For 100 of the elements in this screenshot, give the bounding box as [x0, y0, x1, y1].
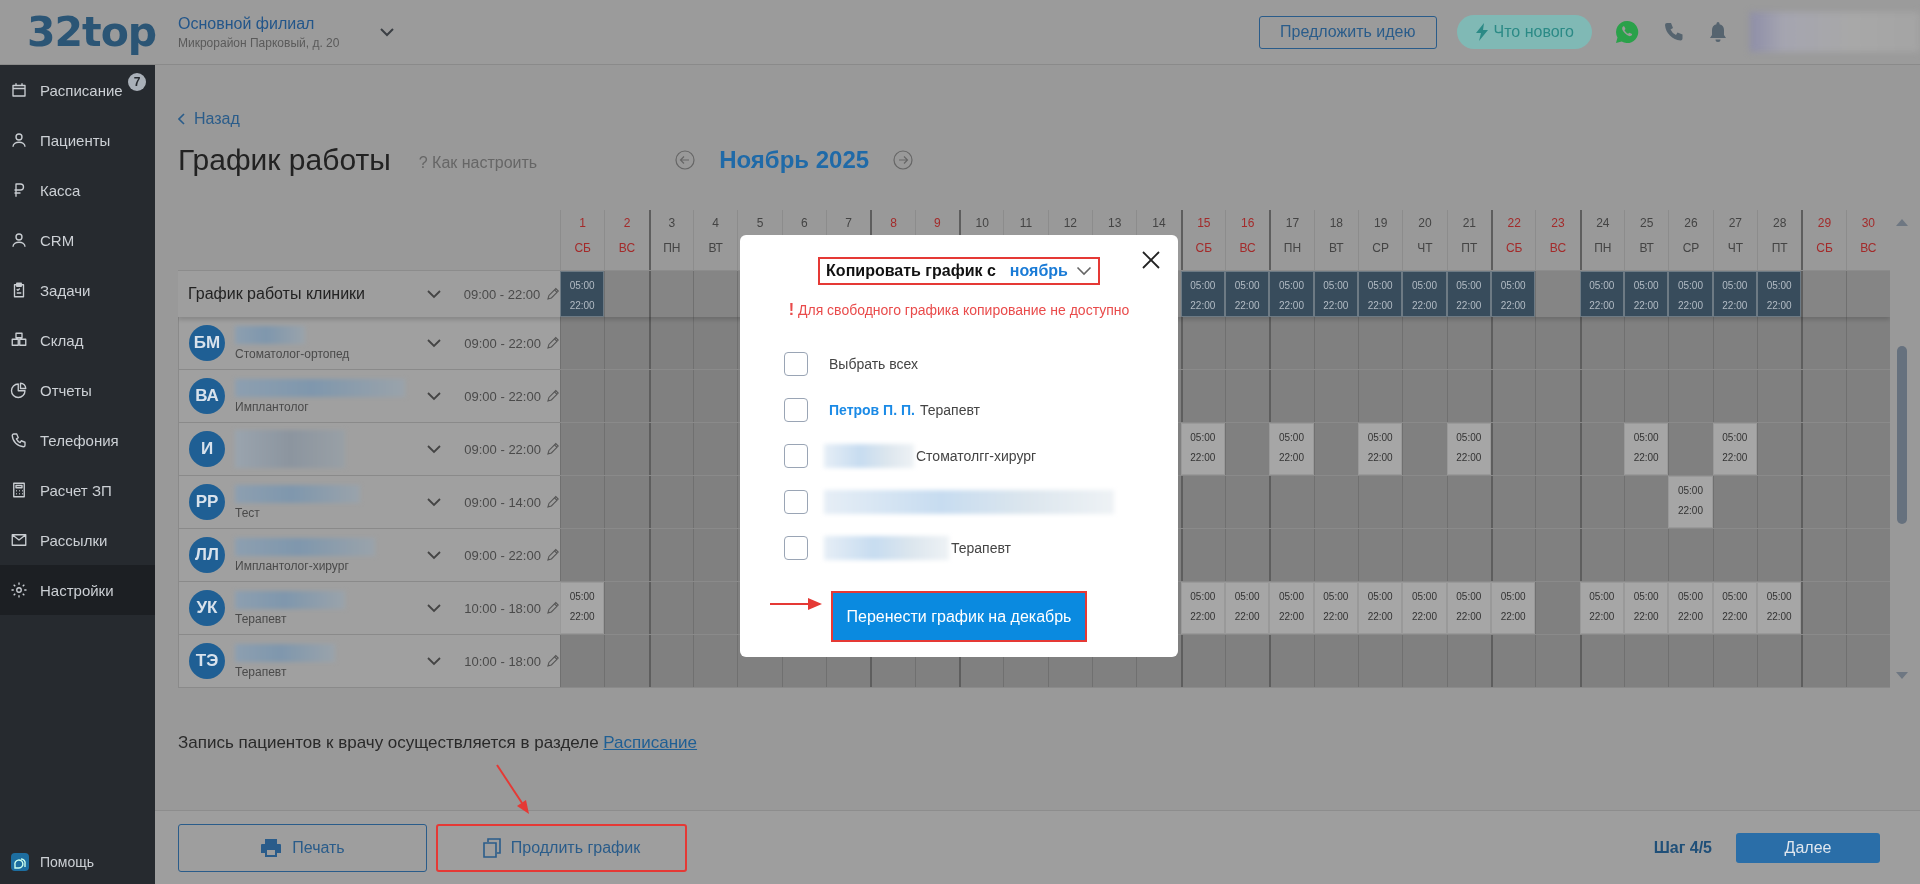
checkbox[interactable] — [784, 536, 808, 560]
edit-icon[interactable] — [546, 495, 560, 509]
chevron-icon[interactable] — [379, 27, 396, 37]
schedule-cell[interactable] — [1269, 476, 1314, 528]
schedule-cell[interactable] — [1446, 476, 1491, 528]
schedule-cell[interactable] — [1446, 635, 1491, 687]
nav-item[interactable]: Телефония — [0, 415, 155, 465]
schedule-cell[interactable] — [648, 271, 693, 317]
nav-item[interactable]: CRM — [0, 215, 155, 265]
schedule-cell[interactable] — [1757, 635, 1802, 687]
schedule-cell[interactable] — [560, 370, 605, 422]
schedule-cell[interactable] — [560, 317, 605, 369]
schedule-cell[interactable] — [1579, 476, 1624, 528]
schedule-cell[interactable] — [1712, 317, 1757, 369]
schedule-cell[interactable] — [1358, 529, 1403, 581]
schedule-cell[interactable] — [1712, 370, 1757, 422]
shift-cell[interactable]: 05:00 22:00 — [1712, 582, 1757, 634]
checkbox[interactable] — [784, 398, 808, 422]
schedule-cell[interactable] — [1801, 370, 1846, 422]
shift-cell[interactable]: 05:00 22:00 — [1269, 271, 1314, 317]
schedule-cell[interactable] — [1757, 423, 1802, 475]
schedule-cell[interactable] — [604, 582, 649, 634]
schedule-cell[interactable] — [648, 423, 693, 475]
schedule-cell[interactable] — [1402, 476, 1447, 528]
bell-icon[interactable] — [1708, 21, 1728, 43]
nav-item[interactable]: Касса — [0, 165, 155, 215]
employee-name[interactable]: Петров П. П. — [829, 402, 915, 418]
schedule-cell[interactable] — [1535, 423, 1580, 475]
schedule-cell[interactable] — [1269, 529, 1314, 581]
schedule-cell[interactable] — [1491, 317, 1536, 369]
nav-item[interactable]: Отчеты — [0, 365, 155, 415]
branch-name[interactable]: Основной филиал — [178, 14, 340, 33]
schedule-cell[interactable] — [604, 370, 649, 422]
schedule-cell[interactable] — [604, 635, 649, 687]
schedule-cell[interactable] — [1491, 423, 1536, 475]
schedule-cell[interactable] — [1624, 317, 1669, 369]
shift-cell[interactable]: 05:00 22:00 — [1624, 423, 1669, 475]
schedule-cell[interactable] — [1579, 423, 1624, 475]
shift-cell[interactable]: 05:00 22:00 — [1491, 582, 1536, 634]
schedule-cell[interactable] — [1845, 370, 1890, 422]
schedule-cell[interactable] — [560, 529, 605, 581]
schedule-cell[interactable] — [1624, 529, 1669, 581]
schedule-cell[interactable] — [1845, 476, 1890, 528]
schedule-cell[interactable] — [1712, 529, 1757, 581]
shift-cell[interactable]: 05:00 22:00 — [1180, 423, 1225, 475]
schedule-cell[interactable] — [604, 529, 649, 581]
schedule-cell[interactable] — [1358, 635, 1403, 687]
schedule-cell[interactable] — [1225, 317, 1270, 369]
schedule-cell[interactable] — [1402, 370, 1447, 422]
schedule-cell[interactable] — [1313, 317, 1358, 369]
shift-cell[interactable]: 05:00 22:00 — [1269, 582, 1314, 634]
chevron-icon[interactable] — [426, 338, 443, 348]
schedule-cell[interactable] — [1535, 476, 1580, 528]
schedule-cell[interactable] — [1269, 370, 1314, 422]
checkbox[interactable] — [784, 352, 808, 376]
schedule-cell[interactable] — [648, 317, 693, 369]
schedule-cell[interactable] — [648, 476, 693, 528]
schedule-cell[interactable] — [1757, 317, 1802, 369]
shift-cell[interactable]: 05:00 22:00 — [1180, 582, 1225, 634]
schedule-cell[interactable] — [1845, 423, 1890, 475]
schedule-cell[interactable] — [1668, 423, 1713, 475]
schedule-cell[interactable] — [1757, 476, 1802, 528]
schedule-cell[interactable] — [1579, 635, 1624, 687]
whatsapp-icon[interactable] — [1614, 19, 1640, 45]
schedule-cell[interactable] — [1757, 529, 1802, 581]
edit-icon[interactable] — [546, 287, 560, 301]
schedule-cell[interactable] — [604, 476, 649, 528]
schedule-cell[interactable] — [1668, 529, 1713, 581]
schedule-cell[interactable] — [1668, 317, 1713, 369]
schedule-cell[interactable] — [1845, 635, 1890, 687]
schedule-cell[interactable] — [1535, 582, 1580, 634]
shift-cell[interactable]: 05:00 22:00 — [1668, 582, 1713, 634]
schedule-cell[interactable] — [1358, 370, 1403, 422]
shift-cell[interactable]: 05:00 22:00 — [1446, 271, 1491, 317]
schedule-cell[interactable] — [1801, 529, 1846, 581]
schedule-cell[interactable] — [1402, 635, 1447, 687]
close-icon[interactable] — [1142, 251, 1160, 269]
shift-cell[interactable]: 05:00 22:00 — [1624, 271, 1669, 317]
schedule-cell[interactable] — [1757, 370, 1802, 422]
shift-cell[interactable]: 05:00 22:00 — [1757, 582, 1802, 634]
chevron-icon[interactable] — [425, 289, 442, 299]
schedule-cell[interactable] — [1225, 635, 1270, 687]
schedule-cell[interactable] — [1712, 635, 1757, 687]
schedule-cell[interactable] — [1624, 476, 1669, 528]
schedule-cell[interactable] — [1180, 635, 1225, 687]
schedule-cell[interactable] — [1491, 529, 1536, 581]
schedule-cell[interactable] — [1180, 476, 1225, 528]
schedule-cell[interactable] — [560, 423, 605, 475]
schedule-cell[interactable] — [648, 370, 693, 422]
schedule-cell[interactable] — [1535, 317, 1580, 369]
shift-cell[interactable]: 05:00 22:00 — [1358, 582, 1403, 634]
schedule-cell[interactable] — [1313, 529, 1358, 581]
shift-cell[interactable]: 05:00 22:00 — [1579, 582, 1624, 634]
schedule-cell[interactable] — [693, 635, 738, 687]
schedule-cell[interactable] — [648, 635, 693, 687]
shift-cell[interactable]: 05:00 22:00 — [1712, 423, 1757, 475]
checkbox[interactable] — [784, 490, 808, 514]
checkbox[interactable] — [784, 444, 808, 468]
schedule-cell[interactable] — [1801, 476, 1846, 528]
schedule-cell[interactable] — [1446, 317, 1491, 369]
